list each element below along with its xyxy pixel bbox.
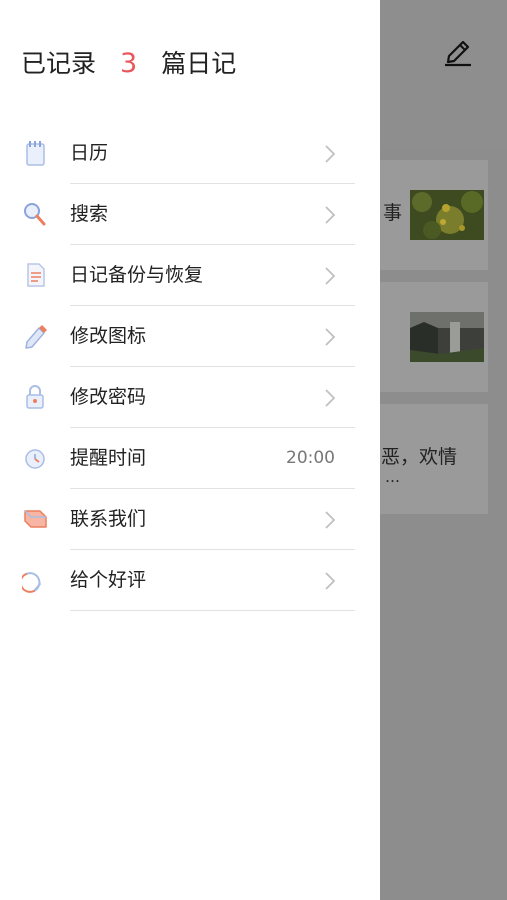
- entry-snippet: 恶，欢情: [381, 446, 458, 468]
- menu-item-label: 提醒时间: [70, 447, 147, 469]
- chevron-right-icon: [325, 145, 336, 163]
- menu-item-contact-us[interactable]: 联系我们: [0, 489, 380, 550]
- side-drawer: 已记录 3 篇日记 日历 搜索 日记备份与恢复 修改图标 修改密码 提醒时间 2…: [0, 0, 380, 900]
- menu-item-label: 联系我们: [70, 508, 147, 530]
- notebook-icon: [26, 141, 45, 166]
- document-icon: [27, 263, 45, 287]
- menu-item-calendar[interactable]: 日历: [0, 123, 380, 184]
- menu-item-label: 给个好评: [70, 569, 147, 591]
- diary-count-suffix: 篇日记: [161, 49, 237, 78]
- chevron-right-icon: [325, 389, 336, 407]
- chevron-right-icon: [325, 511, 336, 529]
- menu-item-label: 日历: [70, 142, 109, 164]
- entry-thumbnail: [410, 312, 484, 362]
- contact-icon: [24, 510, 47, 528]
- edit-icon[interactable]: [443, 34, 473, 68]
- entry-snippet-more: …: [385, 468, 400, 486]
- entry-snippet: 事: [383, 202, 403, 224]
- menu-item-backup-restore[interactable]: 日记备份与恢复: [0, 245, 380, 306]
- menu-item-label: 日记备份与恢复: [70, 264, 204, 286]
- reminder-time-value: 20:00: [286, 448, 335, 468]
- clock-icon: [25, 449, 45, 469]
- search-icon: [24, 203, 46, 226]
- menu-item-change-icon[interactable]: 修改图标: [0, 306, 380, 367]
- pencil-icon: [25, 325, 47, 349]
- diary-count: 已记录 3 篇日记: [21, 44, 236, 84]
- chevron-right-icon: [325, 328, 336, 346]
- menu-item-search[interactable]: 搜索: [0, 184, 380, 245]
- menu-item-reminder-time[interactable]: 提醒时间 20:00: [0, 428, 380, 489]
- chevron-right-icon: [325, 572, 336, 590]
- menu-item-change-password[interactable]: 修改密码: [0, 367, 380, 428]
- lock-icon: [26, 385, 44, 409]
- chevron-right-icon: [325, 267, 336, 285]
- menu-item-label: 修改密码: [70, 386, 147, 408]
- background-header: [380, 0, 507, 150]
- menu-item-label: 搜索: [70, 203, 109, 225]
- divider: [70, 610, 355, 611]
- menu-item-rate-us[interactable]: 给个好评: [0, 550, 380, 611]
- diary-count-prefix: 已记录: [21, 49, 97, 78]
- like-icon: [22, 572, 41, 593]
- diary-count-number: 3: [120, 48, 138, 79]
- chevron-right-icon: [325, 206, 336, 224]
- entry-thumbnail: [410, 190, 484, 240]
- menu-item-label: 修改图标: [70, 325, 147, 347]
